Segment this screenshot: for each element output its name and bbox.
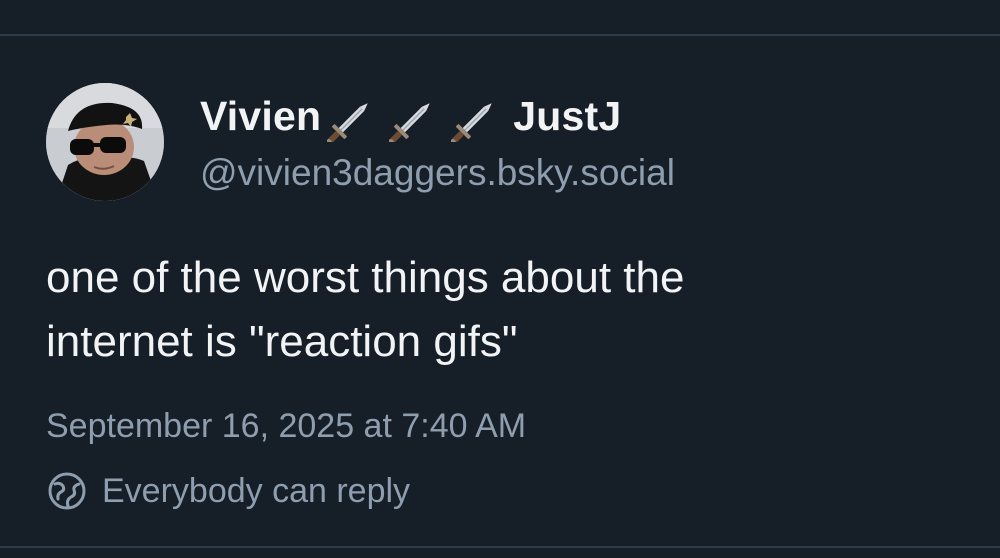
globe-icon <box>48 472 86 510</box>
author-display-name[interactable]: Vivien <box>200 90 321 142</box>
dagger-icon <box>451 90 507 142</box>
post-text-line: one of the worst things about the <box>46 253 685 302</box>
author-name-row[interactable]: Vivien JustJ <box>200 90 621 142</box>
post-timestamp[interactable]: September 16, 2025 at 7:40 AM <box>46 404 526 448</box>
author-display-name-suffix[interactable]: JustJ <box>513 90 621 142</box>
top-divider <box>0 34 1000 36</box>
dagger-icon <box>389 90 445 142</box>
author-handle[interactable]: @vivien3daggers.bsky.social <box>200 150 675 196</box>
reply-settings-label[interactable]: Everybody can reply <box>102 469 410 513</box>
post-text: one of the worst things about the intern… <box>46 246 976 374</box>
avatar-image <box>46 83 164 201</box>
post-text-line: internet is "reaction gifs" <box>46 317 518 366</box>
avatar[interactable] <box>46 83 164 201</box>
reply-settings[interactable]: Everybody can reply <box>46 468 410 514</box>
dagger-icon <box>327 90 383 142</box>
bottom-divider <box>0 546 1000 548</box>
